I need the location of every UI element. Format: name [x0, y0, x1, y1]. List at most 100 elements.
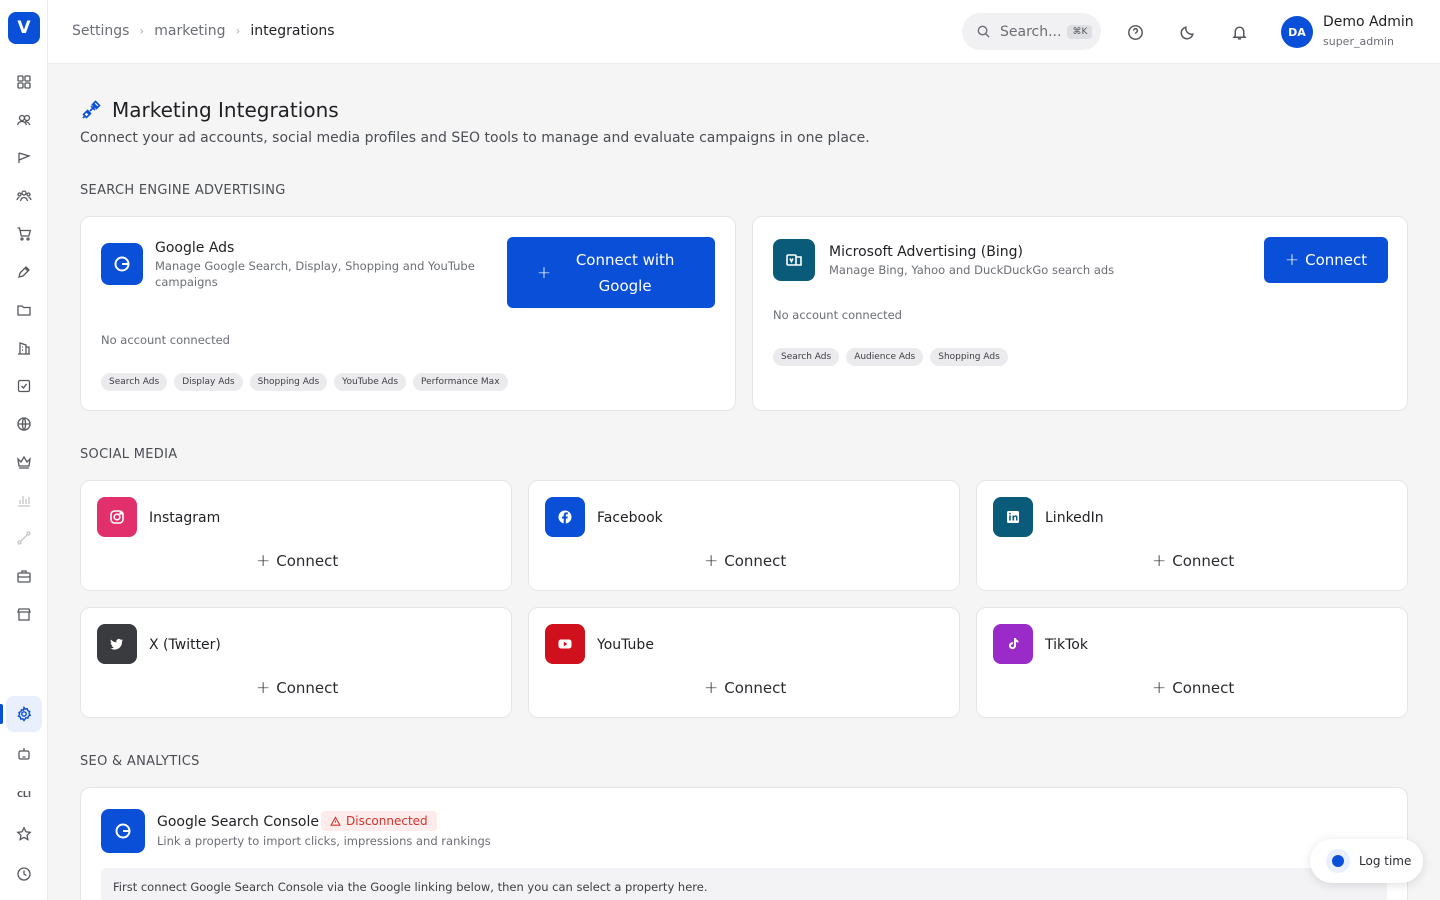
plus-icon: + [1152, 678, 1167, 698]
campaign-icon[interactable] [12, 146, 36, 170]
google-icon [101, 809, 145, 853]
tag: Audience Ads [846, 348, 924, 366]
google-ads-tags: Search Ads Display Ads Shopping Ads YouT… [101, 373, 508, 391]
users-icon[interactable] [12, 108, 36, 132]
microsoft-connect-label: Connect [1305, 251, 1368, 269]
section-title-social: SOCIAL MEDIA [80, 447, 178, 462]
facebook-connect-button[interactable]: + Connect [704, 551, 786, 571]
google-icon [101, 243, 143, 285]
tag: Performance Max [413, 373, 508, 391]
warning-icon [330, 815, 341, 826]
linkedin-card: LinkedIn + Connect [976, 480, 1408, 591]
search-input[interactable]: Search... ⌘K [962, 13, 1101, 50]
star-icon[interactable] [12, 822, 36, 846]
microsoft-ads-icon [773, 239, 815, 281]
connect-label: Connect [1172, 679, 1235, 697]
youtube-connect-button[interactable]: + Connect [704, 678, 786, 698]
facebook-icon [545, 497, 585, 537]
gsc-info-box: First connect Google Search Console via … [101, 868, 1387, 900]
avatar[interactable]: DA [1281, 16, 1313, 48]
connect-google-line1: Connect with [575, 250, 675, 269]
microsoft-ads-description: Manage Bing, Yahoo and DuckDuckGo search… [829, 263, 1115, 277]
instagram-title: Instagram [149, 510, 221, 526]
chevron-right-icon: › [235, 24, 241, 38]
linkedin-connect-button[interactable]: + Connect [1152, 551, 1234, 571]
briefcase-icon[interactable] [12, 564, 36, 588]
microsoft-ads-title: Microsoft Advertising (Bing) [829, 244, 1023, 260]
breadcrumb-settings[interactable]: Settings [72, 23, 129, 39]
instagram-connect-button[interactable]: + Connect [256, 551, 338, 571]
bell-icon[interactable] [1229, 22, 1249, 42]
team-icon[interactable] [12, 184, 36, 208]
plug-icon [80, 99, 102, 121]
microsoft-connect-button[interactable]: + Connect [1264, 237, 1388, 283]
instagram-card: Instagram + Connect [80, 480, 512, 591]
tag: Shopping Ads [930, 348, 1008, 366]
app-logo[interactable]: V [8, 12, 40, 44]
tiktok-connect-button[interactable]: + Connect [1152, 678, 1234, 698]
globe-icon[interactable] [12, 412, 36, 436]
google-ads-card: Google Ads Manage Google Search, Display… [80, 216, 736, 411]
section-title-seo: SEO & ANALYTICS [80, 754, 200, 769]
connect-label: Connect [724, 552, 787, 570]
user-name[interactable]: Demo Admin [1323, 14, 1414, 30]
disconnected-label: Disconnected [346, 814, 428, 828]
crown-icon[interactable] [12, 450, 36, 474]
help-icon[interactable] [1125, 22, 1145, 42]
gsc-title: Google Search Console [157, 814, 319, 830]
connect-label: Connect [276, 679, 339, 697]
facebook-card: Facebook + Connect [528, 480, 960, 591]
dashboard-icon[interactable] [12, 70, 36, 94]
top-bar: Settings › marketing › integrations Sear… [48, 0, 1440, 64]
plus-icon: + [536, 262, 552, 283]
tiktok-icon [993, 624, 1033, 664]
gsc-description: Link a property to import clicks, impres… [157, 834, 491, 848]
search-icon [977, 25, 990, 38]
settings-icon[interactable] [12, 702, 36, 726]
instagram-icon [97, 497, 137, 537]
log-time-label: Log time [1359, 854, 1412, 868]
twitter-title: X (Twitter) [149, 637, 221, 653]
youtube-card: YouTube + Connect [528, 607, 960, 718]
log-time-button[interactable]: Log time [1310, 839, 1423, 883]
search-shortcut: ⌘K [1067, 24, 1093, 39]
plus-icon: + [1284, 250, 1300, 270]
google-search-console-card: Google Search Console Disconnected Link … [80, 787, 1408, 900]
pen-icon[interactable] [12, 260, 36, 284]
plus-icon: + [256, 551, 271, 571]
tag: Display Ads [174, 373, 243, 391]
tiktok-title: TikTok [1045, 637, 1088, 653]
connect-label: Connect [724, 679, 787, 697]
connect-with-google-button[interactable]: + Connect with Google [507, 237, 715, 308]
store-icon[interactable] [12, 602, 36, 626]
folder-icon[interactable] [12, 298, 36, 322]
microsoft-ads-status: No account connected [773, 308, 902, 322]
plus-icon: + [1152, 551, 1167, 571]
youtube-icon [545, 624, 585, 664]
breadcrumb: Settings › marketing › integrations [72, 23, 335, 39]
tiktok-card: TikTok + Connect [976, 607, 1408, 718]
cli-icon[interactable]: CLI [12, 782, 36, 806]
twitter-card: X (Twitter) + Connect [80, 607, 512, 718]
cart-icon[interactable] [12, 222, 36, 246]
dark-mode-icon[interactable] [1177, 22, 1197, 42]
twitter-icon [97, 624, 137, 664]
linkedin-title: LinkedIn [1045, 510, 1104, 526]
twitter-connect-button[interactable]: + Connect [256, 678, 338, 698]
chart-icon[interactable] [12, 488, 36, 512]
clock-icon[interactable] [12, 862, 36, 886]
connect-label: Connect [276, 552, 339, 570]
robot-icon[interactable] [12, 742, 36, 766]
tag: Search Ads [773, 348, 840, 366]
sidebar: V CLI [0, 0, 48, 900]
search-placeholder: Search... [1000, 23, 1062, 40]
facebook-title: Facebook [597, 510, 663, 526]
user-role: super_admin [1323, 35, 1394, 48]
tag: Search Ads [101, 373, 168, 391]
microsoft-ads-tags: Search Ads Audience Ads Shopping Ads [773, 348, 1008, 366]
disconnected-badge: Disconnected [321, 811, 437, 831]
breadcrumb-marketing[interactable]: marketing [154, 23, 225, 39]
route-icon[interactable] [12, 526, 36, 550]
building-icon[interactable] [12, 336, 36, 360]
checklist-icon[interactable] [12, 374, 36, 398]
